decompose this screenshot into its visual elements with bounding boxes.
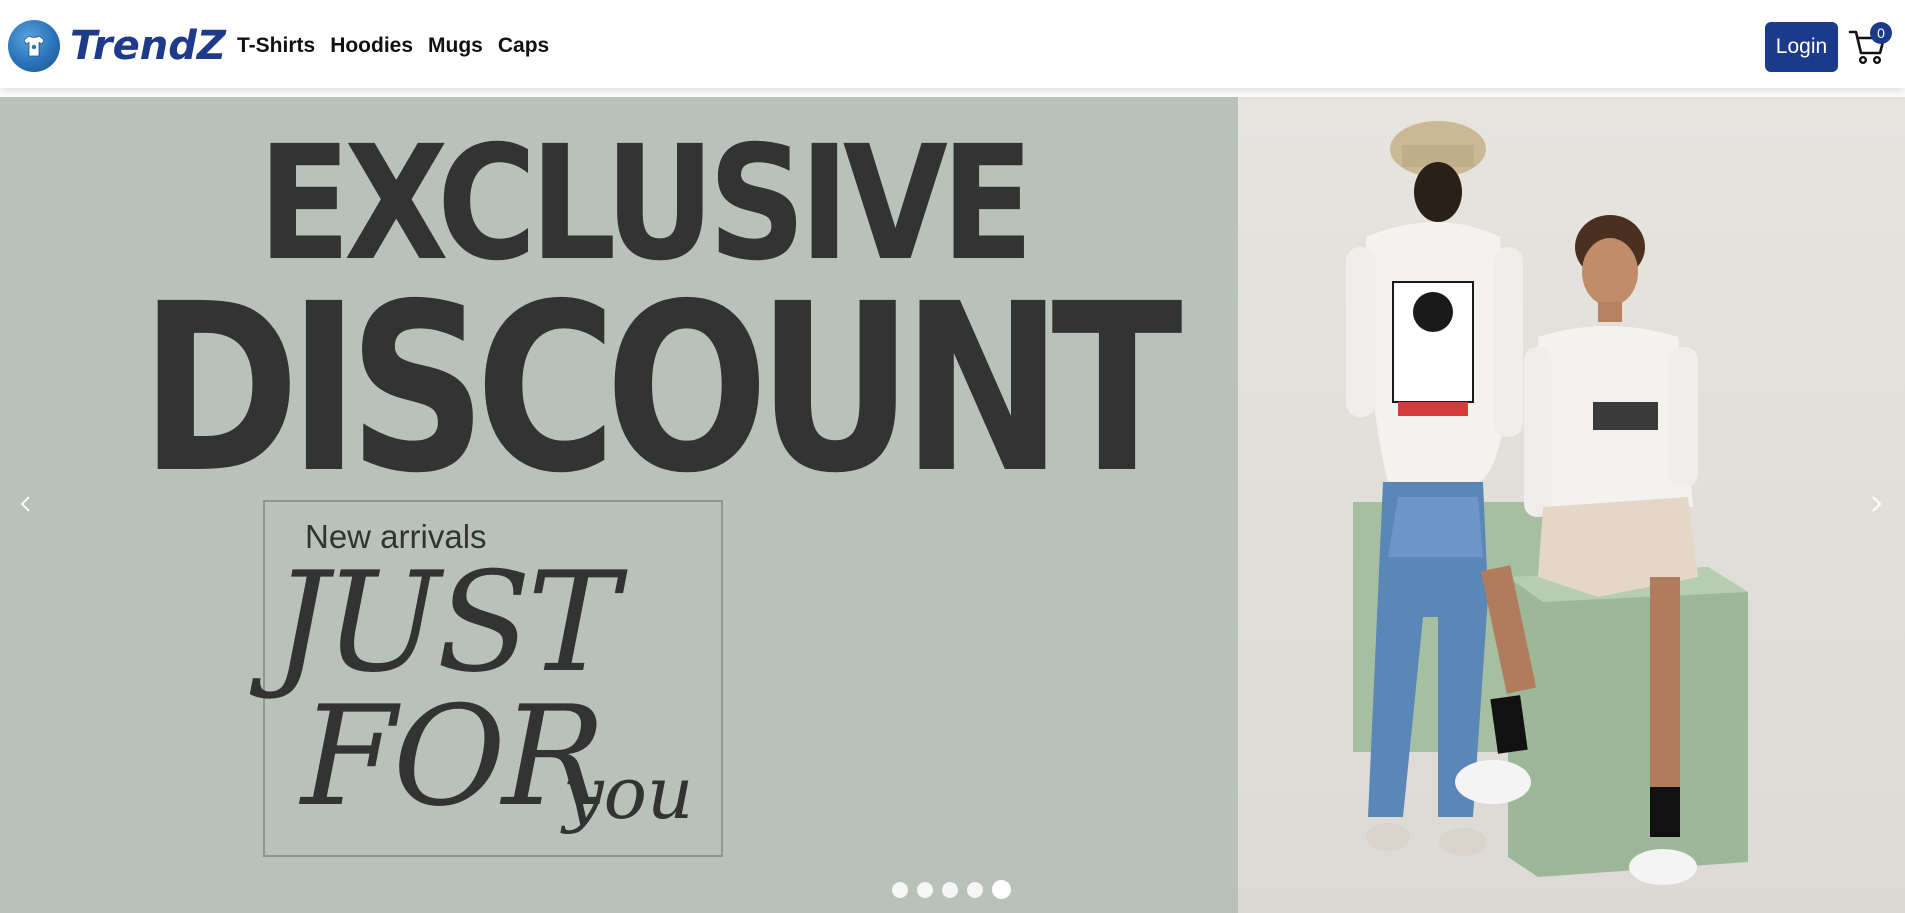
chevron-right-icon[interactable] bbox=[1862, 489, 1892, 519]
cart-count-badge: 0 bbox=[1870, 22, 1892, 44]
carousel-dot-active[interactable] bbox=[992, 880, 1011, 899]
carousel-dot[interactable] bbox=[942, 881, 958, 898]
nav-link-hoodies[interactable]: Hoodies bbox=[330, 34, 413, 58]
hero-script-for: FOR bbox=[301, 676, 606, 837]
hero-script-just: JUST bbox=[273, 542, 619, 703]
nav-link-tshirts[interactable]: T-Shirts bbox=[237, 34, 315, 58]
top-navbar: TrendZ T-Shirts Hoodies Mugs Caps Login … bbox=[0, 0, 1905, 88]
hero-script-you: you bbox=[563, 751, 694, 835]
login-button[interactable]: Login bbox=[1765, 22, 1838, 72]
hero-carousel: EXCLUSIVE DISCOUNT New arrivals JUST FOR… bbox=[0, 97, 1905, 913]
hero-headline-discount: DISCOUNT bbox=[140, 254, 1183, 524]
hero-banner-text-panel: EXCLUSIVE DISCOUNT New arrivals JUST FOR… bbox=[0, 97, 1238, 913]
carousel-dot[interactable] bbox=[967, 881, 983, 898]
brand-link[interactable]: TrendZ bbox=[8, 20, 226, 72]
chevron-left-icon[interactable] bbox=[10, 489, 40, 519]
carousel-indicators bbox=[892, 880, 1011, 899]
carousel-dot[interactable] bbox=[892, 881, 908, 898]
hero-models-image bbox=[1238, 97, 1905, 913]
tshirt-logo-icon bbox=[8, 20, 60, 72]
nav-link-mugs[interactable]: Mugs bbox=[428, 34, 483, 58]
main-nav: T-Shirts Hoodies Mugs Caps bbox=[237, 34, 564, 58]
nav-link-caps[interactable]: Caps bbox=[498, 34, 549, 58]
brand-name: TrendZ bbox=[70, 23, 226, 69]
hero-promo-box: New arrivals JUST FOR you bbox=[263, 500, 723, 857]
carousel-dot[interactable] bbox=[917, 881, 933, 898]
